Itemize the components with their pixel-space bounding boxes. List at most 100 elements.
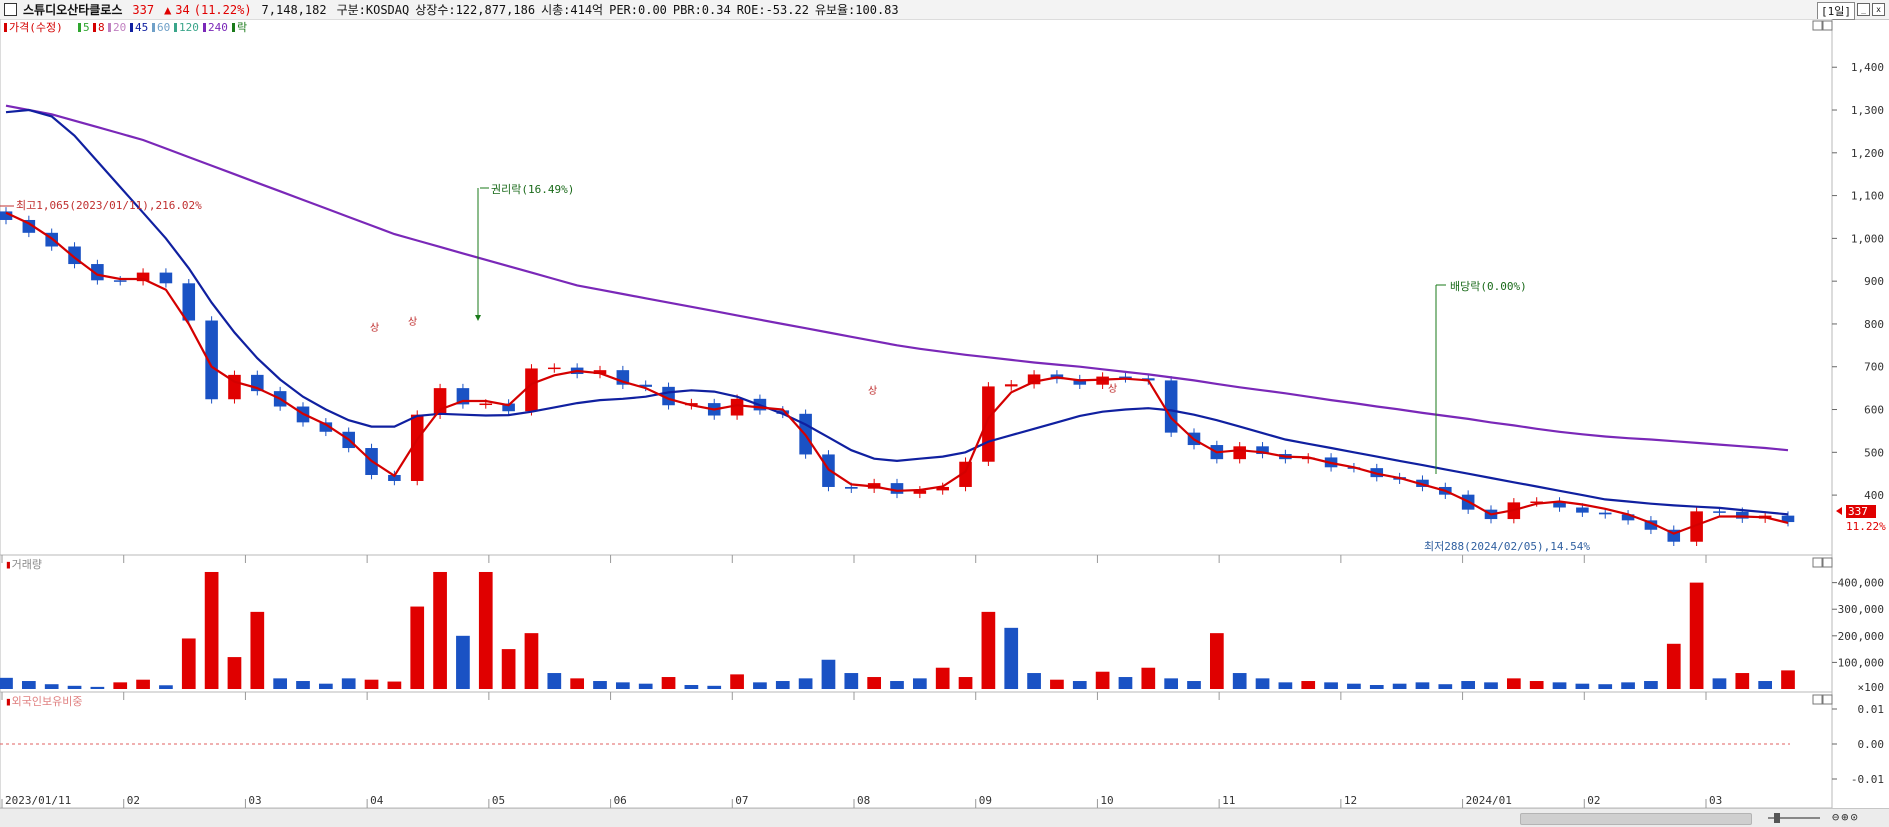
volume-bar — [1164, 678, 1179, 689]
candle — [113, 280, 127, 282]
upper-limit-mark: 상 — [868, 385, 877, 397]
zoom-slider-knob[interactable] — [1774, 813, 1780, 823]
y-tick-label: 500 — [1864, 446, 1884, 459]
horizontal-scrollbar[interactable]: ⊖ ⊕ ⊙ — [0, 808, 1889, 827]
candle — [1576, 507, 1589, 513]
pane-close-icon[interactable] — [1822, 20, 1833, 31]
volume-bar — [1027, 673, 1041, 689]
select-checkbox-icon[interactable] — [4, 3, 17, 16]
foreign-legend: ▮외국인보유비중 — [5, 695, 82, 708]
legend-item[interactable]: 240 — [208, 21, 228, 34]
zoom-in-icon[interactable]: ⊕ — [1841, 810, 1848, 824]
legend-item[interactable]: 20 — [113, 21, 126, 34]
candle — [890, 483, 904, 494]
volume-bar — [1187, 681, 1201, 689]
y-tick-label: 300,000 — [1838, 603, 1884, 616]
volume-bar — [159, 685, 173, 689]
volume-bar — [753, 682, 767, 689]
minimize-icon[interactable]: _ — [1857, 3, 1870, 16]
legend-swatch — [130, 23, 133, 32]
last-price-label: 337 — [1848, 505, 1868, 518]
scroll-thumb[interactable] — [1520, 813, 1752, 825]
foreign-pane[interactable] — [0, 691, 1833, 808]
volume-bar — [890, 681, 904, 689]
volume-bar — [1369, 685, 1384, 689]
zoom-out-icon[interactable]: ⊖ — [1832, 810, 1839, 824]
y-tick-label: 100,000 — [1838, 656, 1884, 669]
volume-bar — [387, 681, 402, 689]
volume-bar — [250, 611, 265, 689]
candle — [822, 454, 835, 487]
window-buttons: _ x — [1857, 3, 1885, 16]
x-tick-label: 2023/01/11 — [5, 794, 71, 807]
foreign-y-axis: 0.01 0.00 -0.01 — [1832, 703, 1884, 786]
zoom-reset-icon[interactable]: ⊙ — [1850, 810, 1857, 824]
volume-bar — [1438, 684, 1453, 689]
legend-item[interactable]: 120 — [179, 21, 199, 34]
stock-name[interactable]: 스튜디오산타클로스 — [23, 1, 122, 18]
pane-maximize-icon[interactable] — [1812, 557, 1823, 568]
volume-bar — [181, 638, 196, 689]
x-tick-label: 03 — [248, 794, 261, 807]
volume-bar — [1255, 678, 1270, 689]
x-tick-label: 05 — [492, 794, 505, 807]
volume-bar — [90, 686, 105, 689]
dividend-label: 배당락(0.00%) — [1450, 280, 1527, 293]
candle — [1713, 511, 1726, 513]
pbr-value: PBR:0.34 — [672, 2, 731, 17]
y-tick-label: 0.00 — [1858, 738, 1885, 751]
market-cap: 시총:414억 — [541, 3, 604, 17]
price-pane[interactable] — [0, 19, 1833, 556]
pane-close-icon[interactable] — [1822, 557, 1833, 568]
close-icon[interactable]: x — [1872, 3, 1885, 16]
volume-bar — [1575, 683, 1590, 689]
legend-item[interactable]: 락 — [237, 21, 247, 34]
volume-bar — [1506, 678, 1521, 689]
volume-pane[interactable] — [0, 554, 1833, 693]
legend-swatch — [108, 23, 111, 32]
candle — [1164, 380, 1178, 433]
legend-swatch — [152, 23, 155, 32]
x-tick-label: 11 — [1222, 794, 1235, 807]
y-tick-label: 1,200 — [1851, 147, 1884, 160]
volume-bar — [501, 649, 516, 689]
volume-bar — [1324, 682, 1338, 689]
x-tick-label: 2024/01 — [1466, 794, 1512, 807]
pane-maximize-icon[interactable] — [1812, 20, 1823, 31]
volume-bar — [44, 684, 59, 689]
volume-bar — [1461, 681, 1476, 689]
volume-bar — [867, 677, 882, 689]
y-tick-label: 700 — [1864, 361, 1884, 374]
volume-bar — [912, 678, 927, 689]
volume-bar — [707, 685, 722, 689]
volume-bar — [1050, 679, 1064, 689]
zoom-slider[interactable] — [1768, 812, 1820, 824]
y-tick-label: 1,400 — [1851, 61, 1884, 74]
y-tick-label: -0.01 — [1851, 773, 1884, 786]
volume-bar — [1598, 684, 1613, 689]
volume-bar — [615, 682, 630, 689]
y-tick-label: 600 — [1864, 404, 1884, 417]
volume-bar — [821, 659, 836, 689]
volume-legend: ▮거래량 — [5, 558, 42, 571]
legend-item[interactable]: 60 — [157, 21, 170, 34]
volume-bar — [364, 679, 379, 689]
legend-item[interactable]: 8 — [98, 21, 105, 34]
x-tick-label: 07 — [735, 794, 748, 807]
legend-item[interactable]: 5 — [83, 21, 90, 34]
y-tick-label: 1,300 — [1851, 104, 1884, 117]
legend-item[interactable]: 45 — [135, 21, 148, 34]
volume-bar — [1712, 678, 1727, 689]
volume-bar — [638, 683, 653, 689]
pane-maximize-icon[interactable] — [1812, 694, 1823, 705]
volume-bar — [1689, 582, 1704, 689]
legend-item[interactable]: 가격(수정) — [9, 21, 63, 34]
volume-bar — [1209, 633, 1224, 689]
stock-info-bar: 스튜디오산타클로스 337 ▲ 34 (11.22%) 7,148,182 구분… — [0, 0, 1889, 20]
y-tick-label: 200,000 — [1838, 630, 1884, 643]
price-y-axis: 400 500 600 700 800 900 1,000 1,100 1,200 1,300 1,… — [1832, 61, 1884, 502]
period-button[interactable]: [1일] — [1817, 2, 1855, 20]
roe-value: ROE:-53.22 — [736, 2, 809, 17]
pane-close-icon[interactable] — [1822, 694, 1833, 705]
volume-bar — [1278, 682, 1293, 689]
